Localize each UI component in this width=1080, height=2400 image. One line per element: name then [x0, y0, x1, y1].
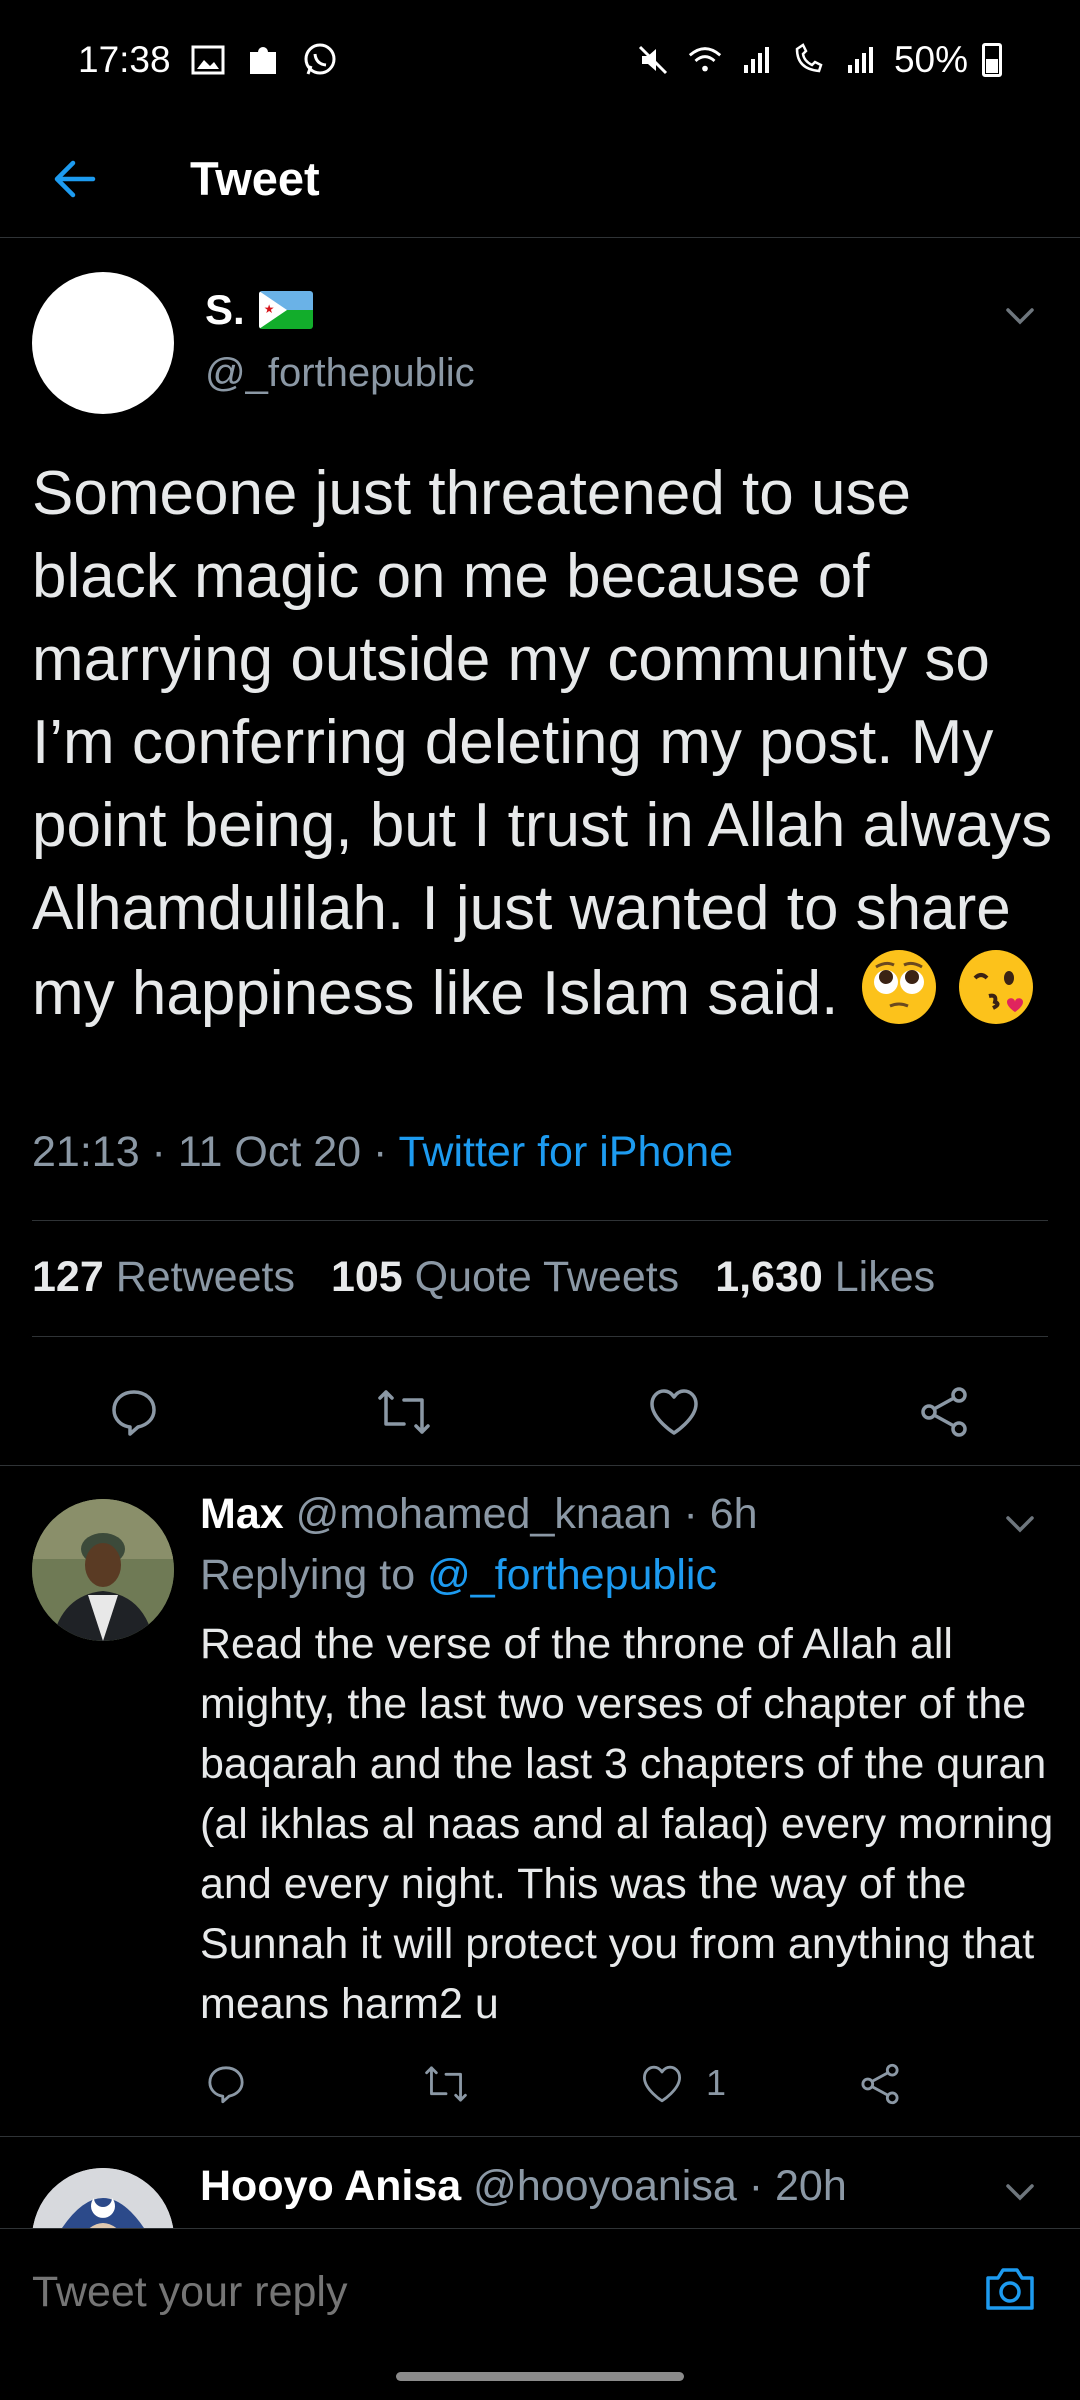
status-left: 17:38: [78, 39, 339, 81]
reply-icon: [208, 2066, 244, 2104]
whatsapp-icon: [301, 41, 339, 79]
reply-time: 20h: [775, 2162, 847, 2210]
retweets-count: 127: [32, 1253, 104, 1301]
signal-icon: [738, 41, 776, 79]
quotes-label: Quote Tweets: [414, 1253, 680, 1301]
meta-separator: ·: [361, 1128, 399, 1176]
reply-header: Max @mohamed_knaan · 6h: [200, 1490, 758, 1539]
home-indicator[interactable]: [396, 2372, 684, 2381]
share-button[interactable]: [914, 1382, 974, 1442]
reply-input[interactable]: [32, 2257, 932, 2327]
reply-menu-button[interactable]: [1000, 1504, 1040, 1544]
share-icon: [861, 2063, 899, 2105]
puzzle-icon: [245, 41, 283, 79]
author-avatar[interactable]: [32, 272, 174, 414]
wifi-call-icon: [790, 41, 828, 79]
reply-author-handle[interactable]: @mohamed_knaan: [296, 1490, 672, 1538]
tweet-source[interactable]: Twitter for iPhone: [399, 1128, 734, 1176]
reply-avatar[interactable]: [32, 2168, 174, 2228]
likes-stat[interactable]: 1,630 Likes: [715, 1253, 935, 1302]
retweet-button[interactable]: [374, 1382, 434, 1442]
replying-to-label: Replying to: [200, 1551, 428, 1599]
chevron-down-icon: [1006, 1516, 1034, 1533]
reply-icon: [112, 1390, 156, 1436]
retweet-icon: [378, 1390, 430, 1434]
top-bar: Tweet: [0, 120, 1080, 238]
reply-header: Hooyo Anisa @hooyoanisa · 20h: [200, 2162, 847, 2211]
retweets-label: Retweets: [115, 1253, 295, 1301]
reply-text: Read the verse of the throne of Allah al…: [200, 1620, 1054, 2028]
reply-avatar[interactable]: [32, 1499, 174, 1641]
reply-share-button[interactable]: [850, 2054, 910, 2114]
tweet-menu-button[interactable]: [1000, 296, 1040, 336]
tweet-text: Someone just threatened to use black mag…: [32, 452, 1062, 1035]
tweet-stats: 127 Retweets 105 Quote Tweets 1,630 Like…: [32, 1253, 935, 1302]
meta-separator: ·: [139, 1128, 178, 1176]
reply-reply-button[interactable]: [196, 2054, 256, 2114]
reply-retweet-button[interactable]: [416, 2054, 476, 2114]
tweet-body: Someone just threatened to use black mag…: [32, 459, 1053, 1028]
author-handle[interactable]: @_forthepublic: [205, 351, 475, 396]
share-icon: [921, 1387, 967, 1437]
battery-percent: 50%: [893, 39, 968, 80]
back-button[interactable]: [24, 129, 124, 229]
reply-author-name[interactable]: Hooyo Anisa: [200, 2162, 461, 2210]
heart-icon: [643, 2065, 681, 2103]
signal-2-icon: [842, 41, 880, 79]
likes-count: 1,630: [715, 1253, 823, 1301]
divider: [32, 1220, 1048, 1221]
retweet-icon: [425, 2066, 467, 2102]
arrow-left-icon: [54, 160, 96, 197]
tweet-time: 21:13: [32, 1128, 140, 1176]
replying-to-mention[interactable]: @_forthepublic: [427, 1551, 717, 1599]
djibouti-flag-icon: ★: [258, 291, 313, 329]
meta-separator: ·: [671, 1490, 710, 1538]
author-name: S.: [205, 286, 245, 333]
like-button[interactable]: [644, 1382, 704, 1442]
reply-like-count: 1: [706, 2062, 727, 2103]
reply-author-handle[interactable]: @hooyoanisa: [473, 2162, 737, 2210]
reply-actions: 1: [0, 2054, 1080, 2114]
quotes-count: 105: [330, 1253, 403, 1301]
reply-button[interactable]: [104, 1382, 164, 1442]
wifi-icon: [686, 41, 724, 79]
status-right: 50%: [634, 39, 1002, 81]
reply-time: 6h: [709, 1490, 758, 1538]
pleading-face-emoji: [861, 950, 936, 1024]
camera-button[interactable]: [980, 2259, 1040, 2319]
status-bar: 17:38 50%: [0, 0, 1080, 120]
page-title: Tweet: [190, 152, 320, 205]
camera-icon: [986, 2268, 1034, 2310]
replying-to: Replying to @_forthepublic: [200, 1551, 717, 1600]
battery-icon: [982, 43, 1002, 77]
face-blowing-kiss-emoji: [958, 950, 1033, 1024]
mute-icon: [634, 41, 672, 79]
divider: [32, 1336, 1048, 1337]
heart-icon: [650, 1389, 698, 1435]
quotes-stat[interactable]: 105 Quote Tweets: [331, 1253, 679, 1302]
author-name-row[interactable]: S. ★: [205, 286, 313, 334]
reply-author-name[interactable]: Max: [200, 1490, 284, 1538]
likes-label: Likes: [834, 1253, 936, 1301]
tweet-actions: [0, 1368, 1080, 1468]
reply-tweet[interactable]: Hooyo Anisa @hooyoanisa · 20h: [0, 2138, 1080, 2228]
meta-separator: ·: [736, 2162, 775, 2210]
tweet-date: 11 Oct 20: [177, 1128, 362, 1176]
retweets-stat[interactable]: 127 Retweets: [32, 1253, 295, 1302]
status-time: 17:38: [78, 39, 171, 80]
tweet-meta: 21:13 · 11 Oct 20 · Twitter for iPhone: [32, 1128, 733, 1177]
reply-tweet[interactable]: Max @mohamed_knaan · 6h Replying to @_fo…: [0, 1465, 1080, 2137]
reply-menu-button[interactable]: [1000, 2172, 1040, 2212]
reply-composer: [0, 2228, 1080, 2356]
gallery-icon: [189, 41, 227, 79]
reply-like-button[interactable]: [632, 2054, 692, 2114]
chevron-down-icon: [1006, 2184, 1034, 2201]
chevron-down-icon: [1006, 308, 1034, 325]
